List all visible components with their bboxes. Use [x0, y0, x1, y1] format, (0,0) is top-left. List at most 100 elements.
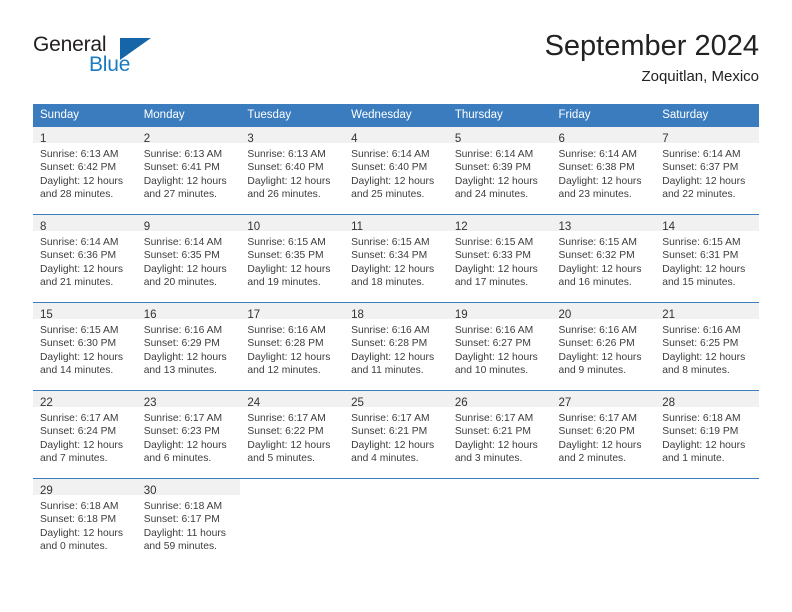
day-cell-inner[interactable]: 30 Sunrise: 6:18 AM Sunset: 6:17 PM Dayligh… [136, 478, 241, 566]
daylight-text-line1: Daylight: 12 hours [558, 175, 642, 187]
daylight-text-line1: Daylight: 12 hours [143, 263, 227, 275]
calendar-day-cell: 27 Sunrise: 6:17 AM Sunset: 6:20 PM Dayligh… [551, 390, 656, 478]
day-cell-inner[interactable]: 18 Sunrise: 6:16 AM Sunset: 6:28 PM Dayligh… [344, 302, 448, 390]
sunrise-text: Sunrise: 6:16 AM [351, 325, 430, 336]
daylight-text-line1: Daylight: 12 hours [40, 175, 123, 187]
day-cell-inner[interactable]: 22 Sunrise: 6:17 AM Sunset: 6:24 PM Dayligh… [33, 390, 137, 478]
day-cell-inner[interactable]: 3 Sunrise: 6:13 AM Sunset: 6:40 PM Daylight… [240, 126, 345, 214]
day-cell-inner[interactable]: 17 Sunrise: 6:16 AM Sunset: 6:28 PM Dayligh… [240, 302, 345, 390]
day-cell-inner[interactable]: 28 Sunrise: 6:18 AM Sunset: 6:19 PM Dayligh… [655, 390, 759, 478]
day-cell-inner[interactable]: 16 Sunrise: 6:16 AM Sunset: 6:29 PM Dayligh… [136, 302, 241, 390]
day-cell-inner[interactable]: 29 Sunrise: 6:18 AM Sunset: 6:18 PM Dayligh… [33, 478, 137, 566]
day-cell-inner[interactable]: 6 Sunrise: 6:14 AM Sunset: 6:38 PM Daylight… [551, 126, 656, 214]
calendar-body: 1 Sunrise: 6:13 AM Sunset: 6:42 PM Daylight… [33, 126, 759, 566]
day-cell-inner[interactable]: 7 Sunrise: 6:14 AM Sunset: 6:37 PM Daylight… [655, 126, 759, 214]
sunset-text: Sunset: 6:20 PM [558, 426, 635, 438]
calendar-day-cell: 8 Sunrise: 6:14 AM Sunset: 6:36 PM Daylight… [33, 214, 137, 302]
day-number: 16 [143, 309, 157, 321]
sunrise-text: Sunrise: 6:14 AM [143, 237, 223, 248]
day-details: Sunrise: 6:14 AM Sunset: 6:39 PM Daylight:… [448, 143, 552, 201]
daylight-text-line2: and 16 minutes. [558, 276, 632, 288]
day-cell-inner[interactable]: 4 Sunrise: 6:14 AM Sunset: 6:40 PM Daylight… [344, 126, 448, 214]
day-cell-inner[interactable]: 2 Sunrise: 6:13 AM Sunset: 6:41 PM Daylight… [136, 126, 241, 214]
day-cell-inner[interactable]: 27 Sunrise: 6:17 AM Sunset: 6:20 PM Dayligh… [551, 390, 656, 478]
generalblue-logo[interactable]: General Blue [33, 33, 163, 83]
sunset-text: Sunset: 6:21 PM [351, 426, 428, 438]
day-cell-inner[interactable]: 15 Sunrise: 6:15 AM Sunset: 6:30 PM Dayligh… [33, 302, 137, 390]
day-cell-inner[interactable]: 23 Sunrise: 6:17 AM Sunset: 6:23 PM Dayligh… [136, 390, 241, 478]
day-details: Sunrise: 6:17 AM Sunset: 6:24 PM Daylight:… [33, 407, 137, 465]
logo-text-blue: Blue [89, 53, 131, 76]
day-number: 19 [454, 309, 468, 321]
day-cell-inner[interactable]: 9 Sunrise: 6:14 AM Sunset: 6:35 PM Daylight… [136, 214, 241, 302]
sunrise-text: Sunrise: 6:15 AM [558, 237, 637, 248]
day-number: 2 [143, 133, 151, 145]
sunrise-text: Sunrise: 6:13 AM [247, 149, 326, 160]
daylight-text-line1: Daylight: 12 hours [143, 175, 227, 187]
calendar-day-cell: 17 Sunrise: 6:16 AM Sunset: 6:28 PM Dayligh… [240, 302, 345, 390]
day-cell-inner[interactable]: 1 Sunrise: 6:13 AM Sunset: 6:42 PM Daylight… [33, 126, 137, 214]
daylight-text-line2: and 4 minutes. [351, 452, 419, 464]
sunset-text: Sunset: 6:24 PM [40, 426, 117, 438]
calendar-day-cell-empty [240, 478, 345, 566]
daylight-text-line2: and 14 minutes. [40, 364, 114, 376]
day-cell-inner[interactable]: 20 Sunrise: 6:16 AM Sunset: 6:26 PM Dayligh… [551, 302, 656, 390]
day-number-band: 14 [655, 215, 759, 233]
sunrise-text: Sunrise: 6:15 AM [662, 237, 741, 248]
calendar-day-cell: 30 Sunrise: 6:18 AM Sunset: 6:17 PM Dayligh… [136, 478, 241, 566]
day-number-band: 15 [33, 303, 137, 321]
day-number: 5 [454, 133, 462, 145]
calendar-week-row: 8 Sunrise: 6:14 AM Sunset: 6:36 PM Daylight… [33, 214, 759, 302]
day-details: Sunrise: 6:17 AM Sunset: 6:21 PM Daylight:… [448, 407, 552, 465]
day-cell-inner[interactable]: 12 Sunrise: 6:15 AM Sunset: 6:33 PM Dayligh… [447, 214, 552, 302]
day-number: 23 [143, 397, 157, 409]
calendar-day-cell: 23 Sunrise: 6:17 AM Sunset: 6:23 PM Dayligh… [136, 390, 241, 478]
day-number-band: 16 [136, 303, 241, 321]
sunset-text: Sunset: 6:18 PM [40, 514, 117, 526]
sunset-text: Sunset: 6:37 PM [662, 162, 739, 174]
calendar-day-cell: 29 Sunrise: 6:18 AM Sunset: 6:18 PM Dayligh… [33, 478, 137, 566]
day-number: 21 [662, 309, 676, 321]
day-number: 8 [40, 221, 47, 233]
day-number: 12 [454, 221, 468, 233]
day-number: 1 [40, 133, 47, 145]
day-cell-inner[interactable]: 14 Sunrise: 6:15 AM Sunset: 6:31 PM Dayligh… [655, 214, 759, 302]
calendar-week-row: 1 Sunrise: 6:13 AM Sunset: 6:42 PM Daylight… [33, 126, 759, 214]
daylight-text-line2: and 8 minutes. [662, 364, 730, 376]
day-number: 20 [558, 309, 572, 321]
sunset-text: Sunset: 6:38 PM [558, 162, 635, 174]
daylight-text-line1: Daylight: 12 hours [143, 351, 227, 363]
day-cell-inner[interactable]: 13 Sunrise: 6:15 AM Sunset: 6:32 PM Dayligh… [551, 214, 656, 302]
daylight-text-line1: Daylight: 12 hours [247, 351, 331, 363]
daylight-text-line2: and 11 minutes. [351, 364, 424, 376]
sunrise-text: Sunrise: 6:17 AM [40, 413, 119, 424]
calendar-day-cell: 5 Sunrise: 6:14 AM Sunset: 6:39 PM Daylight… [447, 126, 552, 214]
day-cell-inner[interactable]: 8 Sunrise: 6:14 AM Sunset: 6:36 PM Daylight… [33, 214, 137, 302]
day-cell-inner[interactable]: 10 Sunrise: 6:15 AM Sunset: 6:35 PM Dayligh… [240, 214, 345, 302]
sunrise-text: Sunrise: 6:18 AM [40, 501, 119, 512]
page-title: September 2024 [544, 30, 759, 62]
sunrise-text: Sunrise: 6:14 AM [662, 149, 741, 160]
sunrise-text: Sunrise: 6:17 AM [247, 413, 326, 424]
day-cell-inner[interactable]: 21 Sunrise: 6:16 AM Sunset: 6:25 PM Dayligh… [655, 302, 759, 390]
daylight-text-line1: Daylight: 12 hours [351, 439, 435, 451]
calendar-day-cell: 22 Sunrise: 6:17 AM Sunset: 6:24 PM Dayligh… [33, 390, 137, 478]
day-number-band: 19 [447, 303, 552, 321]
day-cell-inner[interactable]: 25 Sunrise: 6:17 AM Sunset: 6:21 PM Dayligh… [344, 390, 448, 478]
sunrise-text: Sunrise: 6:16 AM [558, 325, 637, 336]
day-number: 10 [247, 221, 261, 233]
daylight-text-line1: Daylight: 12 hours [454, 263, 538, 275]
daylight-text-line2: and 21 minutes. [40, 276, 114, 288]
day-details: Sunrise: 6:17 AM Sunset: 6:22 PM Daylight:… [240, 407, 344, 465]
day-cell-inner[interactable]: 24 Sunrise: 6:17 AM Sunset: 6:22 PM Dayligh… [240, 390, 345, 478]
sunrise-text: Sunrise: 6:13 AM [40, 149, 119, 160]
daylight-text-line1: Daylight: 12 hours [247, 263, 331, 275]
day-number-band: 12 [447, 215, 552, 233]
day-cell-inner[interactable]: 11 Sunrise: 6:15 AM Sunset: 6:34 PM Dayligh… [344, 214, 448, 302]
sunset-text: Sunset: 6:22 PM [247, 426, 324, 438]
day-cell-inner[interactable]: 26 Sunrise: 6:17 AM Sunset: 6:21 PM Dayligh… [447, 390, 552, 478]
daylight-text-line2: and 13 minutes. [143, 364, 217, 376]
day-cell-inner[interactable]: 19 Sunrise: 6:16 AM Sunset: 6:27 PM Dayligh… [447, 302, 552, 390]
sunset-text: Sunset: 6:41 PM [143, 162, 220, 174]
day-cell-inner[interactable]: 5 Sunrise: 6:14 AM Sunset: 6:39 PM Daylight… [447, 126, 552, 214]
